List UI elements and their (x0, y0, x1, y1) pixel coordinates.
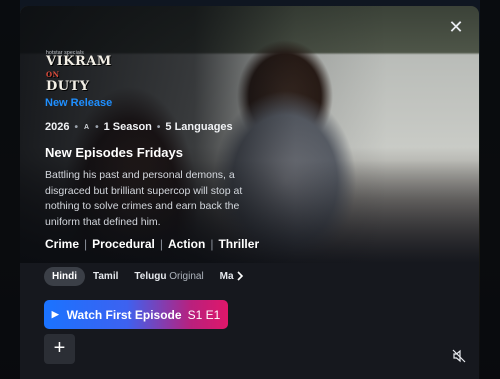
close-icon[interactable]: ✕ (447, 18, 465, 36)
genre-item: Action (167, 237, 206, 251)
age-rating: A (84, 123, 90, 131)
genre-separator: | (210, 237, 214, 251)
add-to-watchlist-button[interactable]: + (44, 334, 75, 364)
meta-separator: • (156, 121, 161, 133)
title-line-1: VIKRAM (46, 54, 112, 69)
language-count: 5 Languages (165, 121, 233, 133)
episode-label: S1 E1 (187, 307, 221, 322)
tab-tamil[interactable]: Tamil (85, 267, 126, 286)
new-release-badge: New Release (45, 97, 113, 109)
plus-icon: + (53, 337, 66, 359)
watch-first-episode-button[interactable]: ▶ Watch First Episode S1 E1 (44, 300, 228, 329)
original-tag: Original (169, 270, 204, 282)
genre-separator: | (159, 237, 163, 251)
tab-telugu-label: Telugu (134, 270, 167, 282)
tab-hindi[interactable]: Hindi (44, 266, 85, 286)
genre-item: Crime (45, 237, 80, 251)
title-logo: VIKRAM ON DUTY (46, 54, 112, 94)
tab-malayalam[interactable]: Ma (212, 267, 236, 286)
title-line-3: DUTY (46, 79, 90, 94)
meta-separator: • (74, 121, 78, 133)
genre-item: Procedural (92, 237, 155, 251)
genre-list: Crime | Procedural | Action | Thriller (45, 237, 259, 251)
genre-item: Thriller (218, 237, 260, 251)
show-logo: hotstar specials VIKRAM ON DUTY (46, 50, 111, 93)
description: Battling his past and personal demons, a… (45, 169, 243, 228)
release-schedule: New Episodes Fridays (45, 145, 183, 160)
chevron-right-icon[interactable] (236, 271, 244, 281)
tab-telugu[interactable]: Telugu Original (126, 267, 211, 286)
genre-separator: | (84, 237, 88, 251)
title-line-2: ON (46, 70, 60, 79)
season-count: 1 Season (103, 121, 152, 133)
play-icon: ▶ (51, 309, 59, 319)
language-tabs: Hindi Tamil Telugu Original Ma (44, 265, 244, 287)
year: 2026 (45, 121, 70, 133)
watch-button-label: Watch First Episode (66, 307, 182, 322)
details-modal: ✕ hotstar specials VIKRAM ON DUTY New Re… (20, 6, 479, 379)
meta-separator: • (95, 121, 99, 133)
meta-row: 2026 • A • 1 Season • 5 Languages (45, 121, 233, 133)
mute-icon[interactable] (452, 349, 466, 363)
